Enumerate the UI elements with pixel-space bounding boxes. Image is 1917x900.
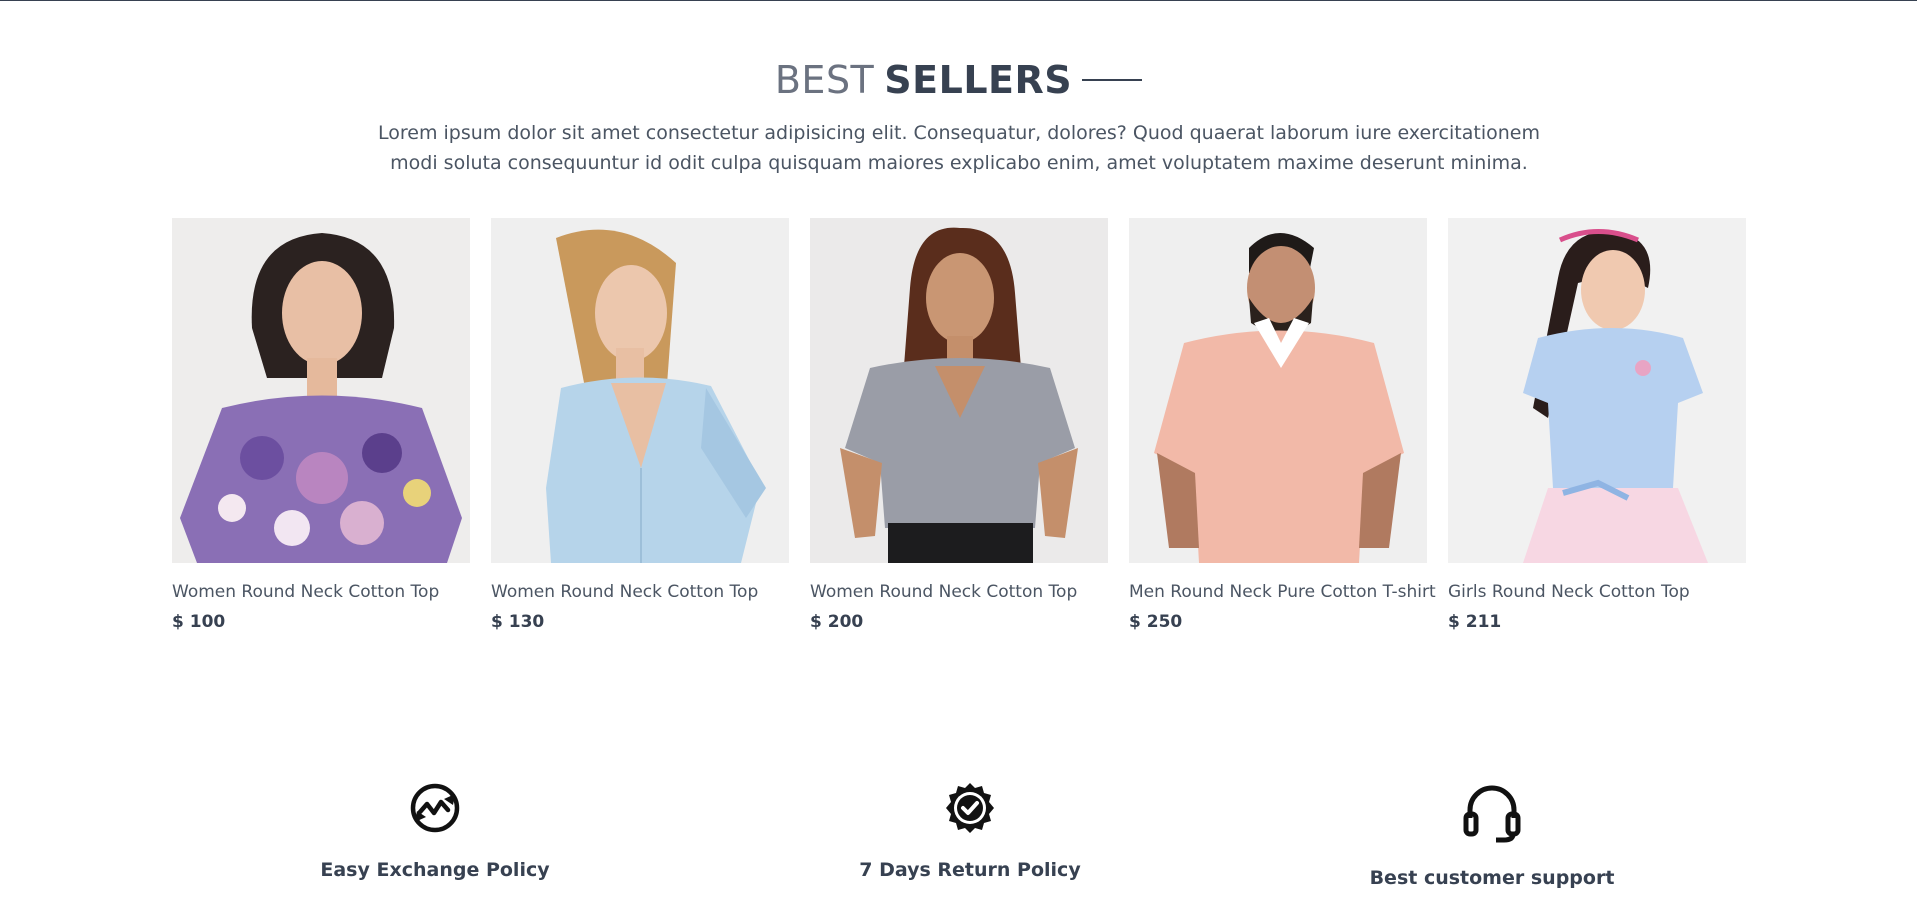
product-grid: Women Round Neck Cotton Top $ 100 Women … — [172, 218, 1746, 638]
product-price: $ 211 — [1448, 612, 1502, 632]
title-light-text: BEST — [774, 58, 875, 102]
product-image[interactable] — [1129, 218, 1427, 563]
product-image[interactable] — [1448, 218, 1746, 563]
title-bold-text: SELLERS — [884, 58, 1073, 102]
product-card[interactable]: Girls Round Neck Cotton Top $ 211 — [1448, 218, 1746, 633]
product-name[interactable]: Women Round Neck Cotton Top — [491, 581, 789, 603]
product-price: $ 100 — [172, 612, 226, 632]
product-name[interactable]: Women Round Neck Cotton Top — [810, 581, 1108, 603]
product-price: $ 200 — [810, 612, 864, 632]
headset-support-icon — [1463, 785, 1521, 843]
exchange-icon — [410, 783, 460, 833]
title-dash-line — [1082, 79, 1143, 81]
product-name[interactable]: Girls Round Neck Cotton Top — [1448, 581, 1746, 603]
feature-exchange: Easy Exchange Policy — [255, 780, 615, 882]
policy-features: Easy Exchange Policy 7 Days Return Polic… — [0, 780, 1917, 900]
product-card[interactable]: Women Round Neck Cotton Top $ 100 — [172, 218, 470, 633]
product-card[interactable]: Women Round Neck Cotton Top $ 200 — [810, 218, 1108, 633]
product-name[interactable]: Women Round Neck Cotton Top — [172, 581, 470, 603]
product-image[interactable] — [491, 218, 789, 563]
product-card[interactable]: Women Round Neck Cotton Top $ 130 — [491, 218, 789, 633]
section-description: Lorem ipsum dolor sit amet consectetur a… — [378, 122, 1540, 174]
product-image[interactable] — [810, 218, 1108, 563]
top-divider — [0, 0, 1917, 1]
quality-badge-icon — [946, 783, 994, 833]
feature-title: 7 Days Return Policy — [859, 859, 1081, 881]
feature-title: Best customer support — [1369, 867, 1615, 889]
feature-support: Best customer support — [1312, 780, 1672, 890]
product-card[interactable]: Men Round Neck Pure Cotton T-shirt $ 250 — [1129, 218, 1436, 633]
product-name[interactable]: Men Round Neck Pure Cotton T-shirt — [1129, 581, 1436, 603]
product-price: $ 130 — [491, 612, 545, 632]
section-title: BEST SELLERS — [0, 56, 1917, 104]
feature-return: 7 Days Return Policy — [790, 780, 1150, 882]
product-price: $ 250 — [1129, 612, 1183, 632]
feature-title: Easy Exchange Policy — [320, 859, 550, 881]
product-image[interactable] — [172, 218, 470, 563]
